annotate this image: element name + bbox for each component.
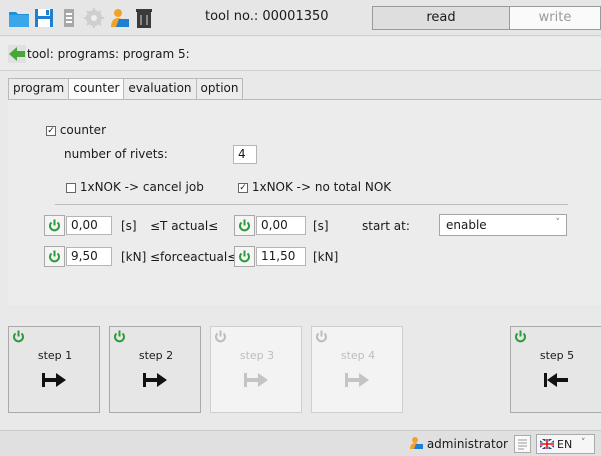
notes-icon[interactable]	[514, 435, 531, 453]
force-relation: ≤forceactual≤	[150, 250, 238, 264]
power-icon	[315, 330, 328, 346]
tab-evaluation[interactable]: evaluation	[123, 78, 197, 99]
counter-label: counter	[59, 123, 106, 137]
time-unit: [s]	[121, 219, 137, 233]
tab-counter[interactable]: counter	[68, 78, 125, 100]
start-at-select[interactable]: enable ˅	[439, 214, 567, 236]
username: administrator	[426, 437, 508, 451]
print-icon[interactable]	[58, 7, 80, 29]
chevron-down-icon: ˅	[555, 218, 561, 228]
step-4-button[interactable]: step 4	[311, 326, 403, 413]
force-unit: [kN]	[121, 250, 147, 264]
step-label: step 5	[539, 349, 575, 362]
folder-icon[interactable]	[8, 7, 30, 29]
force-max-input[interactable]: 11,50	[256, 247, 306, 266]
user-indicator: administrator	[409, 436, 508, 451]
nok-total-checkbox[interactable]: ✓	[238, 182, 248, 193]
toolbar: tool no.: 00001350 read write	[0, 0, 601, 36]
language-code: EN	[557, 438, 573, 451]
time-max-power-icon[interactable]	[234, 215, 255, 236]
arrow-right-bar-icon	[40, 371, 68, 392]
step-3-button[interactable]: step 3	[210, 326, 302, 413]
step-label: step 1	[37, 349, 73, 362]
time-unit-max: [s]	[313, 219, 329, 233]
nok-total-label: 1xNOK -> no total NOK	[251, 180, 392, 194]
force-max-power-icon[interactable]	[234, 246, 255, 267]
back-arrow-icon[interactable]	[8, 45, 26, 63]
power-icon	[514, 330, 527, 346]
tab-option[interactable]: option	[195, 78, 244, 99]
status-bar: administrator EN ˅	[0, 430, 601, 456]
read-mode-button[interactable]: read	[372, 6, 510, 30]
step-5-button[interactable]: step 5	[510, 326, 601, 413]
arrow-right-bar-icon	[242, 371, 270, 392]
arrow-right-bar-icon	[141, 371, 169, 392]
tab-program[interactable]: program	[8, 78, 70, 99]
time-max-input[interactable]: 0,00	[256, 216, 306, 235]
chevron-down-icon: ˅	[581, 438, 586, 448]
nok-cancel-label: 1xNOK -> cancel job	[79, 180, 204, 194]
counter-checkbox[interactable]: ✓	[46, 125, 56, 136]
rivets-input[interactable]: 4	[233, 145, 257, 164]
power-icon	[214, 330, 227, 346]
nok-total-option[interactable]: ✓ 1xNOK -> no total NOK	[238, 180, 391, 194]
nok-cancel-checkbox[interactable]	[66, 182, 76, 193]
time-relation: ≤T actual≤	[150, 219, 219, 233]
uk-flag-icon	[540, 439, 554, 449]
counter-option[interactable]: ✓ counter	[46, 123, 106, 137]
step-label: step 4	[340, 349, 376, 362]
user-icon	[410, 437, 423, 449]
arrow-left-bar-icon	[542, 371, 570, 392]
time-min-power-icon[interactable]	[44, 215, 65, 236]
tool-number: tool no.: 00001350	[205, 9, 329, 24]
step-2-button[interactable]: step 2	[109, 326, 201, 413]
tab-strip: program counter evaluation option	[8, 78, 244, 100]
power-icon	[12, 330, 25, 346]
step-1-button[interactable]: step 1	[8, 326, 100, 413]
force-min-input[interactable]: 9,50	[66, 247, 112, 266]
breadcrumb: tool: programs: program 5:	[27, 47, 190, 61]
gear-icon	[83, 7, 105, 29]
user-icon[interactable]	[108, 7, 130, 29]
divider	[55, 204, 568, 205]
step-label: step 3	[239, 349, 275, 362]
write-mode-button[interactable]: write	[510, 6, 601, 30]
rivets-label: number of rivets:	[64, 147, 168, 161]
save-icon[interactable]	[33, 7, 55, 29]
language-select[interactable]: EN ˅	[536, 434, 595, 454]
step-label: step 2	[138, 349, 174, 362]
force-unit-max: [kN]	[313, 250, 339, 264]
power-icon	[113, 330, 126, 346]
trash-icon[interactable]	[133, 7, 155, 29]
start-at-label: start at:	[362, 219, 410, 233]
force-min-power-icon[interactable]	[44, 246, 65, 267]
breadcrumb-bar: tool: programs: program 5:	[0, 37, 601, 71]
time-min-input[interactable]: 0,00	[66, 216, 112, 235]
start-at-value: enable	[446, 218, 487, 232]
nok-cancel-option[interactable]: 1xNOK -> cancel job	[66, 180, 204, 194]
arrow-right-bar-icon	[343, 371, 371, 392]
